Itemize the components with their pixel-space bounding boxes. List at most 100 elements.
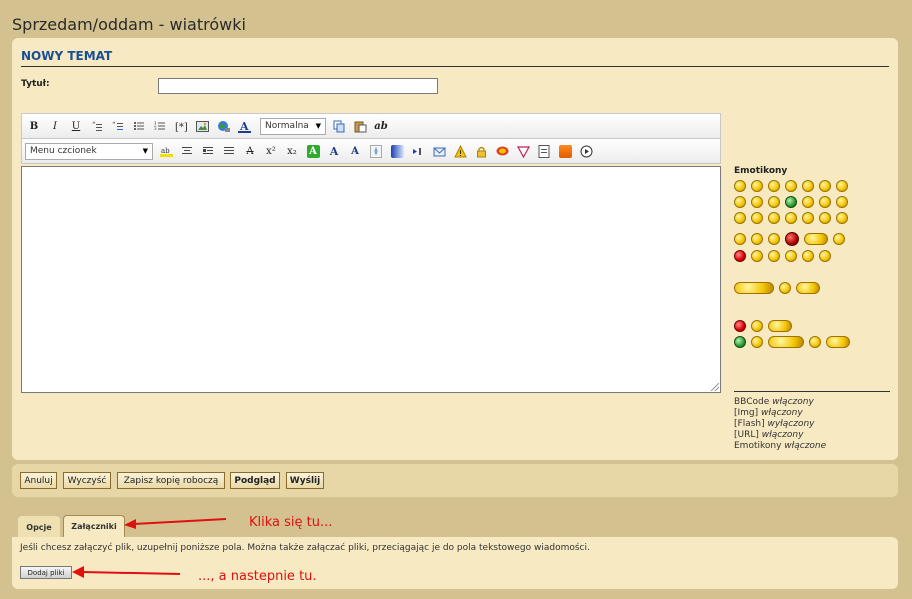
smiley-icon[interactable] xyxy=(796,282,820,294)
warning-button[interactable] xyxy=(451,142,469,160)
save-draft-button[interactable]: Zapisz kopię roboczą xyxy=(117,472,225,489)
title-label: Tytuł: xyxy=(21,79,50,89)
smiley-icon[interactable] xyxy=(802,196,814,208)
smiley-icon[interactable] xyxy=(751,196,763,208)
copy-button[interactable] xyxy=(330,117,348,135)
panel-heading: NOWY TEMAT xyxy=(21,49,113,63)
message-textarea[interactable] xyxy=(21,166,721,393)
smiley-icon[interactable] xyxy=(768,212,780,224)
media-play-button[interactable] xyxy=(577,142,595,160)
strikethrough-button[interactable]: A xyxy=(241,142,259,160)
smiley-icon[interactable] xyxy=(768,320,792,332)
soundcloud-button[interactable] xyxy=(556,142,574,160)
underline-button[interactable]: U xyxy=(67,117,85,135)
email-button[interactable] xyxy=(430,142,448,160)
align-right-button[interactable] xyxy=(199,142,217,160)
smiley-icon[interactable] xyxy=(804,233,828,245)
smiley-icon[interactable] xyxy=(819,196,831,208)
list-item-button[interactable]: [*] xyxy=(172,117,190,135)
shadow-button[interactable]: A xyxy=(325,142,343,160)
document-button[interactable] xyxy=(535,142,553,160)
text-style-button[interactable]: ab xyxy=(372,117,390,135)
santa-smiley-icon[interactable] xyxy=(734,250,746,262)
smiley-icon[interactable] xyxy=(836,180,848,192)
chevron-down-icon: ▼ xyxy=(315,122,321,130)
smiley-icon[interactable] xyxy=(768,233,780,245)
smiley-icon[interactable] xyxy=(836,196,848,208)
transparency-button[interactable] xyxy=(367,142,385,160)
smiley-icon[interactable] xyxy=(734,233,746,245)
smiley-icon[interactable] xyxy=(768,180,780,192)
smiley-icon[interactable] xyxy=(734,212,746,224)
smiley-icon[interactable] xyxy=(768,250,780,262)
align-justify-button[interactable] xyxy=(220,142,238,160)
gradient-button[interactable] xyxy=(388,142,406,160)
smiley-icon[interactable] xyxy=(751,212,763,224)
smiley-icon[interactable] xyxy=(802,250,814,262)
quote-icon: “ xyxy=(92,121,102,131)
quote-author-button[interactable]: “ xyxy=(109,117,127,135)
outline-button[interactable]: A xyxy=(346,142,364,160)
smiley-icon[interactable] xyxy=(809,336,821,348)
glow-button[interactable]: A xyxy=(304,142,322,160)
paste-button[interactable] xyxy=(351,117,369,135)
smiley-icon[interactable] xyxy=(826,336,850,348)
spoiler-button[interactable] xyxy=(514,142,532,160)
quote-button[interactable]: “ xyxy=(88,117,106,135)
smiley-icon[interactable] xyxy=(785,180,797,192)
play-icon xyxy=(580,145,592,157)
speech-bubble-button[interactable] xyxy=(493,142,511,160)
tab-attachments[interactable]: Załączniki xyxy=(63,515,125,537)
tab-options[interactable]: Opcje xyxy=(18,516,60,538)
italic-button[interactable]: I xyxy=(46,117,64,135)
smiley-icon[interactable] xyxy=(833,233,845,245)
smiley-icon[interactable] xyxy=(785,196,797,208)
bullet-list-button[interactable] xyxy=(130,117,148,135)
bold-button[interactable]: B xyxy=(25,117,43,135)
smiley-icon[interactable] xyxy=(734,336,746,348)
url-button[interactable] xyxy=(214,117,232,135)
smiley-icon[interactable] xyxy=(734,196,746,208)
smiley-icon[interactable] xyxy=(819,212,831,224)
smiley-icon[interactable] xyxy=(779,282,791,294)
smiley-icon[interactable] xyxy=(802,212,814,224)
add-files-button[interactable]: Dodaj pliki xyxy=(20,566,72,579)
smiley-icon[interactable] xyxy=(751,336,763,348)
smiley-icon[interactable] xyxy=(802,180,814,192)
smiley-icon[interactable] xyxy=(819,180,831,192)
resize-handle-icon[interactable] xyxy=(711,383,719,391)
clear-button[interactable]: Wyczyść xyxy=(63,472,111,489)
arrow-left-icon xyxy=(72,566,181,578)
subscript-button[interactable]: x₂ xyxy=(283,142,301,160)
smiley-icon[interactable] xyxy=(785,250,797,262)
smiley-icon[interactable] xyxy=(734,180,746,192)
smiley-icon[interactable] xyxy=(751,320,763,332)
devil-smiley-icon[interactable] xyxy=(785,232,799,246)
lock-button[interactable] xyxy=(472,142,490,160)
title-input[interactable] xyxy=(158,78,438,94)
smiley-icon[interactable] xyxy=(768,196,780,208)
smiley-icon[interactable] xyxy=(734,282,774,294)
numbered-list-button[interactable]: 123 xyxy=(151,117,169,135)
smiley-icon[interactable] xyxy=(785,212,797,224)
smiley-icon[interactable] xyxy=(768,336,804,348)
status-value: wyłączony xyxy=(767,419,815,429)
smiley-icon[interactable] xyxy=(819,250,831,262)
smiley-icon[interactable] xyxy=(751,180,763,192)
marquee-button[interactable] xyxy=(409,142,427,160)
smiley-icon[interactable] xyxy=(734,320,746,332)
smiley-icon[interactable] xyxy=(751,233,763,245)
preview-button[interactable]: Podgląd xyxy=(230,472,280,489)
font-color-button[interactable]: A xyxy=(235,117,253,135)
smiley-icon[interactable] xyxy=(836,212,848,224)
image-button[interactable] xyxy=(193,117,211,135)
superscript-button[interactable]: x² xyxy=(262,142,280,160)
highlight-button[interactable]: ab xyxy=(157,142,175,160)
align-center-button[interactable] xyxy=(178,142,196,160)
new-topic-panel: NOWY TEMAT Tytuł: B I U “ “ 123 [*] A No… xyxy=(12,38,898,460)
smiley-icon[interactable] xyxy=(751,250,763,262)
font-family-select[interactable]: Menu czcionek ▼ xyxy=(25,142,153,160)
font-size-select[interactable]: Normalna ▼ xyxy=(260,117,326,135)
submit-button[interactable]: Wyślij xyxy=(286,472,324,489)
cancel-button[interactable]: Anuluj xyxy=(20,472,57,489)
